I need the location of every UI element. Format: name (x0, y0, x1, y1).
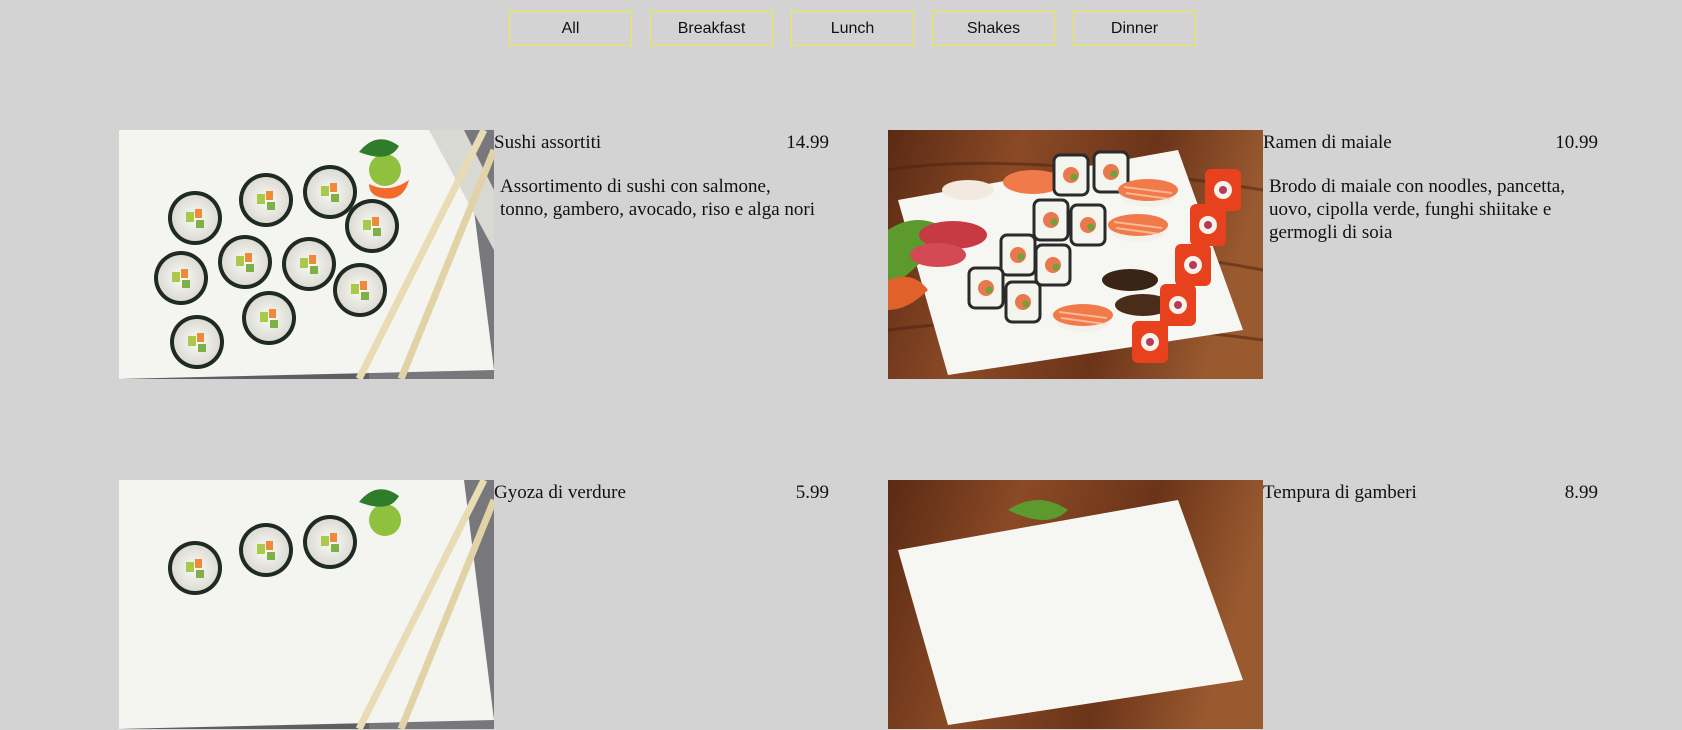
filter-shakes-button[interactable]: Shakes (932, 11, 1055, 46)
item-description: Assortimento di sushi con salmone, tonno… (500, 176, 815, 220)
item-price: 10.99 (1555, 132, 1598, 153)
sushi-platter-photo (888, 480, 1263, 729)
menu-item: Ramen di maiale 10.99 Brodo di maiale co… (888, 130, 1598, 380)
item-name: Ramen di maiale (1263, 132, 1392, 153)
sushi-rolls-photo (119, 130, 494, 379)
menu-item: Sushi assortiti 14.99 Assortimento di su… (119, 130, 829, 380)
filter-breakfast-button[interactable]: Breakfast (650, 11, 773, 46)
item-price: 5.99 (795, 482, 829, 503)
filter-dinner-button[interactable]: Dinner (1073, 11, 1196, 46)
item-price: 8.99 (1564, 482, 1598, 503)
menu-item: Gyoza di verdure 5.99 (119, 480, 829, 730)
sushi-rolls-photo (119, 480, 494, 729)
item-name: Sushi assortiti (494, 132, 602, 153)
item-description: Brodo di maiale con noodles, pancetta, u… (1269, 176, 1565, 243)
filter-lunch-button[interactable]: Lunch (791, 11, 914, 46)
menu-item: Tempura di gamberi 8.99 (888, 480, 1598, 730)
filter-all-button[interactable]: All (509, 11, 632, 46)
category-filter-bar: All Breakfast Lunch Shakes Dinner (509, 11, 1196, 46)
item-name: Gyoza di verdure (494, 482, 626, 503)
item-name: Tempura di gamberi (1263, 482, 1417, 503)
sushi-platter-photo (888, 130, 1263, 379)
item-price: 14.99 (786, 132, 829, 153)
